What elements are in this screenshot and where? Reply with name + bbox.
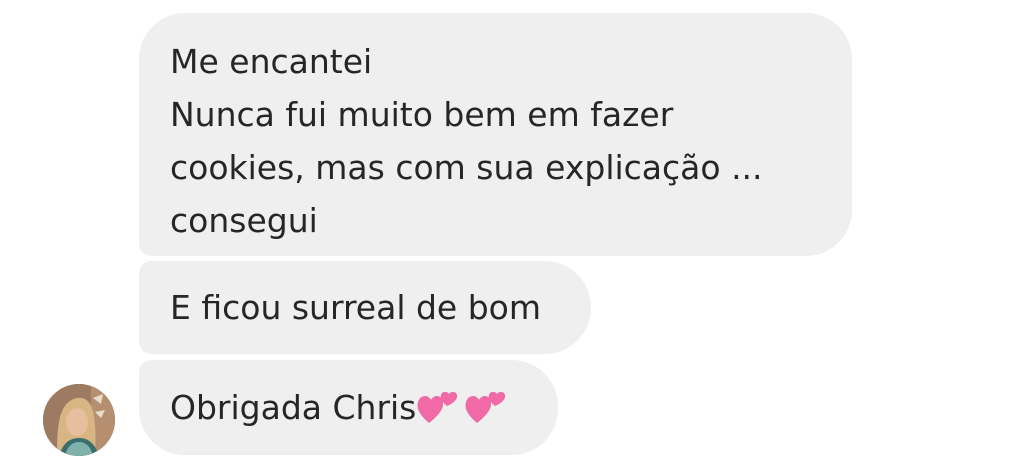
message-line: Nunca fui muito bem em fazer	[170, 95, 674, 134]
message-line: Me encantei	[170, 42, 373, 81]
message-bubble[interactable]: E ficou surreal de bom	[139, 261, 591, 354]
message-thread: Me encantei Nunca fui muito bem em fazer…	[0, 0, 1024, 468]
message-line: cookies, mas com sua explicação ...	[170, 148, 763, 187]
two-hearts-icon	[416, 385, 460, 440]
message-bubble[interactable]: Obrigada Chris	[139, 360, 558, 455]
two-hearts-icon	[464, 385, 508, 440]
sender-avatar[interactable]	[43, 384, 115, 456]
message-text: Obrigada Chris	[170, 388, 417, 427]
message-text: E ficou surreal de bom	[170, 288, 542, 327]
avatar-image	[43, 384, 115, 456]
message-bubble[interactable]: Me encantei Nunca fui muito bem em fazer…	[139, 13, 852, 256]
message-line: consegui	[170, 201, 318, 240]
